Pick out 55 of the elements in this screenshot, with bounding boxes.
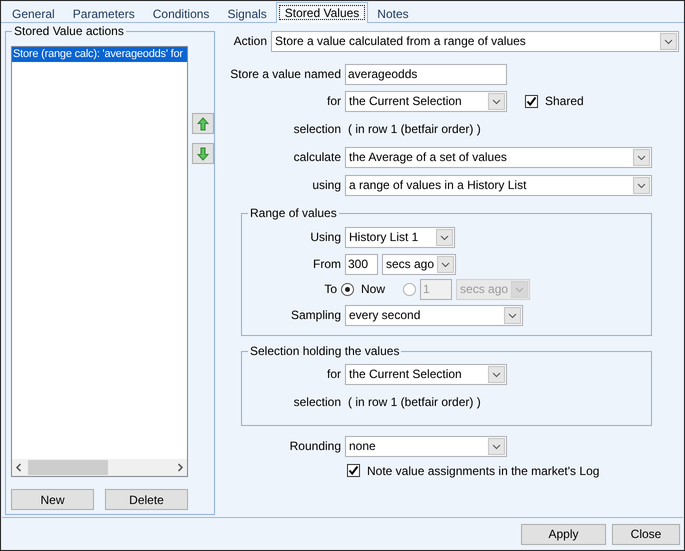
rounding-dropdown[interactable]: none (345, 436, 507, 456)
move-up-button[interactable] (192, 113, 214, 134)
tab[interactable]: General (3, 4, 64, 23)
tab[interactable]: Parameters (64, 4, 144, 23)
unit-dropdown[interactable]: secs ago (382, 254, 456, 274)
calculate-dropdown[interactable]: the Average of a set of values (345, 146, 652, 168)
from-input[interactable]: 300 (345, 254, 378, 274)
radio-label: Now (360, 282, 386, 296)
source-dropdown[interactable]: a range of values in a History List (345, 174, 652, 196)
group-title: Stored Value actions (12, 24, 126, 38)
field-label: for (326, 94, 341, 108)
group-title: Range of values (248, 206, 339, 220)
list-item[interactable]: Store (range calc): 'averageodds' for (12, 47, 187, 62)
tab[interactable]: Notes (368, 4, 418, 23)
apply-button[interactable]: Apply (521, 524, 606, 544)
checkbox-label: Note value assignments in the market's Log (366, 464, 600, 478)
checkbox[interactable] (347, 464, 360, 477)
action-list[interactable]: Store (range calc): 'averageodds' for (11, 46, 188, 477)
field-label: Sampling (290, 308, 341, 322)
selection-text: ( in row 1 (betfair order) ) (347, 395, 481, 409)
checkbox-label: Shared (544, 94, 584, 108)
scroll-right-icon[interactable] (177, 463, 184, 472)
horizontal-scrollbar[interactable] (12, 459, 187, 476)
field-label: From (312, 257, 341, 271)
field-label: Action (232, 34, 267, 48)
selection-dropdown[interactable]: the Current Selection (345, 90, 507, 112)
tab[interactable]: Conditions (144, 4, 218, 23)
group-title: Selection holding the values (248, 344, 402, 358)
close-button[interactable]: Close (612, 524, 680, 544)
field-label: selection (292, 122, 341, 136)
action-dropdown[interactable]: Store a value calculated from a range of values (271, 30, 679, 52)
field-label: To (323, 282, 337, 296)
radio-button[interactable] (341, 282, 354, 296)
tab[interactable]: Signals (218, 4, 276, 23)
selection-dropdown[interactable]: the Current Selection (345, 364, 507, 384)
field-label: Store a value named (229, 67, 341, 81)
sampling-dropdown[interactable]: every second (345, 304, 523, 326)
field-label: Using (309, 230, 341, 244)
tab[interactable]: Stored Values (276, 2, 368, 23)
checkbox[interactable] (525, 94, 538, 108)
selection-text: ( in row 1 (betfair order) ) (347, 122, 481, 136)
name-input[interactable]: averageodds (345, 64, 507, 84)
scroll-left-icon[interactable] (15, 463, 22, 472)
down-arrow-icon (197, 146, 209, 160)
delete-button[interactable]: Delete (105, 489, 188, 510)
field-label: selection (292, 395, 341, 409)
field-label: Rounding (288, 439, 341, 453)
new-button[interactable]: New (11, 489, 94, 510)
move-down-button[interactable] (192, 143, 214, 164)
scrollbar-thumb[interactable] (28, 460, 108, 475)
field-label: calculate (292, 150, 341, 164)
history-list-dropdown[interactable]: History List 1 (345, 226, 455, 248)
field-label: for (326, 367, 341, 381)
field-label: using (311, 178, 341, 192)
up-arrow-icon (197, 116, 209, 130)
